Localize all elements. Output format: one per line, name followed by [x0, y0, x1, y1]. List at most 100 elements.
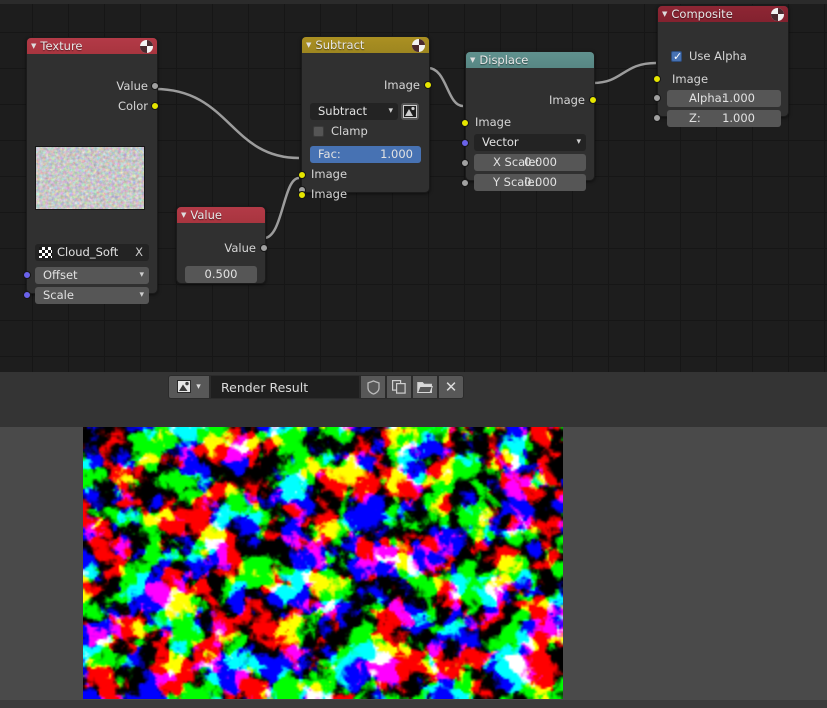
- chevron-down-icon: ▾: [139, 290, 144, 300]
- socket-displace-xscale-in[interactable]: [461, 159, 469, 167]
- node-texture[interactable]: ▼ Texture Value Color Cloud_Soft X Offse…: [23, 37, 159, 304]
- subtract-fac-field[interactable]: Fac: 1.000: [310, 146, 421, 163]
- texture-datablock-field[interactable]: Cloud_Soft X: [35, 244, 149, 261]
- socket-texture-offset-in[interactable]: [23, 271, 31, 279]
- composite-alpha-label: Alpha:: [689, 91, 726, 105]
- socket-row-value: Value: [27, 77, 157, 96]
- texture-offset-dropdown[interactable]: Offset ▾: [35, 267, 149, 284]
- texture-scale-dropdown[interactable]: Scale ▾: [35, 287, 149, 304]
- render-result-image: [83, 427, 563, 699]
- displace-xscale-field[interactable]: X Scale: 0.000: [474, 154, 586, 171]
- subtract-image-icon-button[interactable]: [401, 103, 419, 120]
- socket-subtract-image-out[interactable]: [424, 81, 432, 89]
- close-icon: ✕: [444, 378, 458, 396]
- socket-label-color: Color: [117, 99, 148, 113]
- image-browse-button[interactable]: ▾: [168, 375, 210, 399]
- texture-scale-label: Scale: [43, 288, 74, 302]
- fake-user-button[interactable]: [360, 375, 386, 399]
- socket-label-value-out: Value: [224, 241, 256, 255]
- socket-row-value-out: Value: [177, 239, 265, 258]
- chevron-down-icon: ▾: [388, 106, 393, 116]
- composite-image-in-row: Image: [658, 70, 788, 89]
- node-texture-header[interactable]: ▼ Texture: [27, 38, 157, 54]
- node-value-title: Value: [190, 208, 222, 222]
- composite-alpha-value: 1.000: [722, 91, 755, 105]
- collapse-triangle-icon[interactable]: ▼: [470, 56, 475, 64]
- collapse-triangle-icon[interactable]: ▼: [31, 42, 36, 50]
- shield-icon: [366, 379, 380, 395]
- node-subtract-header[interactable]: ▼ Subtract: [302, 37, 429, 53]
- collapse-triangle-icon[interactable]: ▼: [662, 10, 667, 18]
- new-image-button[interactable]: [386, 375, 412, 399]
- socket-texture-scale-in[interactable]: [23, 291, 31, 299]
- node-subtract[interactable]: ▼ Subtract Image Subtract ▾ Clamp Fac: 1…: [298, 36, 432, 201]
- node-composite[interactable]: ▼ Composite ✓ Use Alpha Image Alpha: 1.0…: [653, 5, 789, 127]
- socket-label-displace-image-in: Image: [475, 115, 512, 129]
- image-name-text: Render Result: [221, 379, 309, 395]
- texture-datablock-name: Cloud_Soft: [57, 245, 119, 259]
- link-subtract-image-to-displace-image: [427, 66, 464, 108]
- socket-composite-z-in[interactable]: [653, 114, 661, 122]
- texture-datablock-clear-button[interactable]: X: [135, 244, 143, 261]
- displace-xscale-value: 0.000: [524, 155, 557, 169]
- unlink-image-button[interactable]: ✕: [438, 375, 464, 399]
- node-displace[interactable]: ▼ Displace Image Image Vector ▾ X Scale:…: [461, 51, 597, 191]
- subtract-clamp-label: Clamp: [331, 124, 368, 138]
- node-displace-title: Displace: [479, 53, 529, 67]
- socket-displace-vector-in[interactable]: [461, 139, 469, 147]
- socket-row-displace-image-out: Image: [466, 91, 594, 110]
- node-subtract-icon: [412, 38, 425, 52]
- link-displace-image-to-composite-image: [592, 61, 657, 85]
- node-composite-title: Composite: [671, 7, 733, 21]
- composite-z-value: 1.000: [722, 111, 755, 125]
- displace-yscale-field[interactable]: Y Scale: 0.000: [474, 174, 586, 191]
- node-editor-area[interactable]: ▼ Texture Value Color Cloud_Soft X Offse…: [0, 0, 827, 372]
- link-value-to-subtract-image2: [263, 176, 300, 240]
- subtract-fac-value: 1.000: [380, 147, 413, 161]
- subtract-image-in-row-1: Image: [302, 165, 429, 184]
- composite-use-alpha-label: Use Alpha: [689, 49, 747, 63]
- node-displace-header[interactable]: ▼ Displace: [466, 52, 594, 68]
- socket-label-composite-image-in: Image: [672, 72, 709, 86]
- chevron-down-icon: ▾: [576, 137, 581, 147]
- socket-label-subtract-image-out: Image: [383, 78, 420, 92]
- socket-label-subtract-image-in-2: Image: [311, 187, 348, 201]
- image-editor-area[interactable]: ▾ Render Result ✕: [0, 372, 827, 708]
- socket-displace-yscale-in[interactable]: [461, 179, 469, 187]
- socket-texture-value-out[interactable]: [151, 82, 159, 90]
- node-value[interactable]: ▼ Value Value 0.500: [176, 206, 268, 284]
- image-editor-header: ▾ Render Result ✕: [0, 372, 827, 427]
- socket-row-color: Color: [27, 97, 157, 116]
- node-texture-icon: [140, 39, 153, 53]
- node-value-header[interactable]: ▼ Value: [177, 207, 265, 223]
- texture-offset-label: Offset: [43, 268, 78, 282]
- composite-z-field[interactable]: Z: 1.000: [667, 110, 781, 127]
- composite-z-label: Z:: [689, 111, 701, 125]
- subtract-operation-dropdown[interactable]: Subtract ▾: [310, 103, 398, 120]
- value-number-field[interactable]: 0.500: [185, 266, 257, 283]
- socket-row-subtract-image-out: Image: [302, 76, 429, 95]
- open-image-button[interactable]: [412, 375, 438, 399]
- socket-displace-image-out[interactable]: [589, 96, 597, 104]
- subtract-image-in-row-2: Image: [302, 185, 429, 204]
- displace-vector-dropdown[interactable]: Vector ▾: [474, 134, 586, 151]
- socket-texture-color-out[interactable]: [151, 102, 159, 110]
- collapse-triangle-icon[interactable]: ▼: [306, 41, 311, 49]
- node-subtract-title: Subtract: [315, 38, 365, 52]
- image-editor-toolbar: ▾ Render Result ✕: [168, 374, 464, 400]
- subtract-operation-label: Subtract: [318, 104, 368, 118]
- composite-alpha-field[interactable]: Alpha: 1.000: [667, 90, 781, 107]
- image-editor-canvas[interactable]: [0, 427, 827, 708]
- image-name-field[interactable]: Render Result: [210, 375, 360, 399]
- displace-image-in-row: Image: [466, 113, 594, 132]
- socket-value-out[interactable]: [260, 244, 268, 252]
- socket-composite-alpha-in[interactable]: [653, 94, 661, 102]
- node-texture-title: Texture: [40, 39, 83, 53]
- value-number: 0.500: [204, 267, 238, 281]
- collapse-triangle-icon[interactable]: ▼: [181, 211, 186, 219]
- image-editor-bottom-strip: [0, 700, 827, 708]
- socket-label-displace-image-out: Image: [548, 93, 585, 107]
- socket-label-value: Value: [116, 79, 148, 93]
- node-composite-header[interactable]: ▼ Composite: [658, 6, 788, 22]
- copy-icon: [392, 380, 406, 394]
